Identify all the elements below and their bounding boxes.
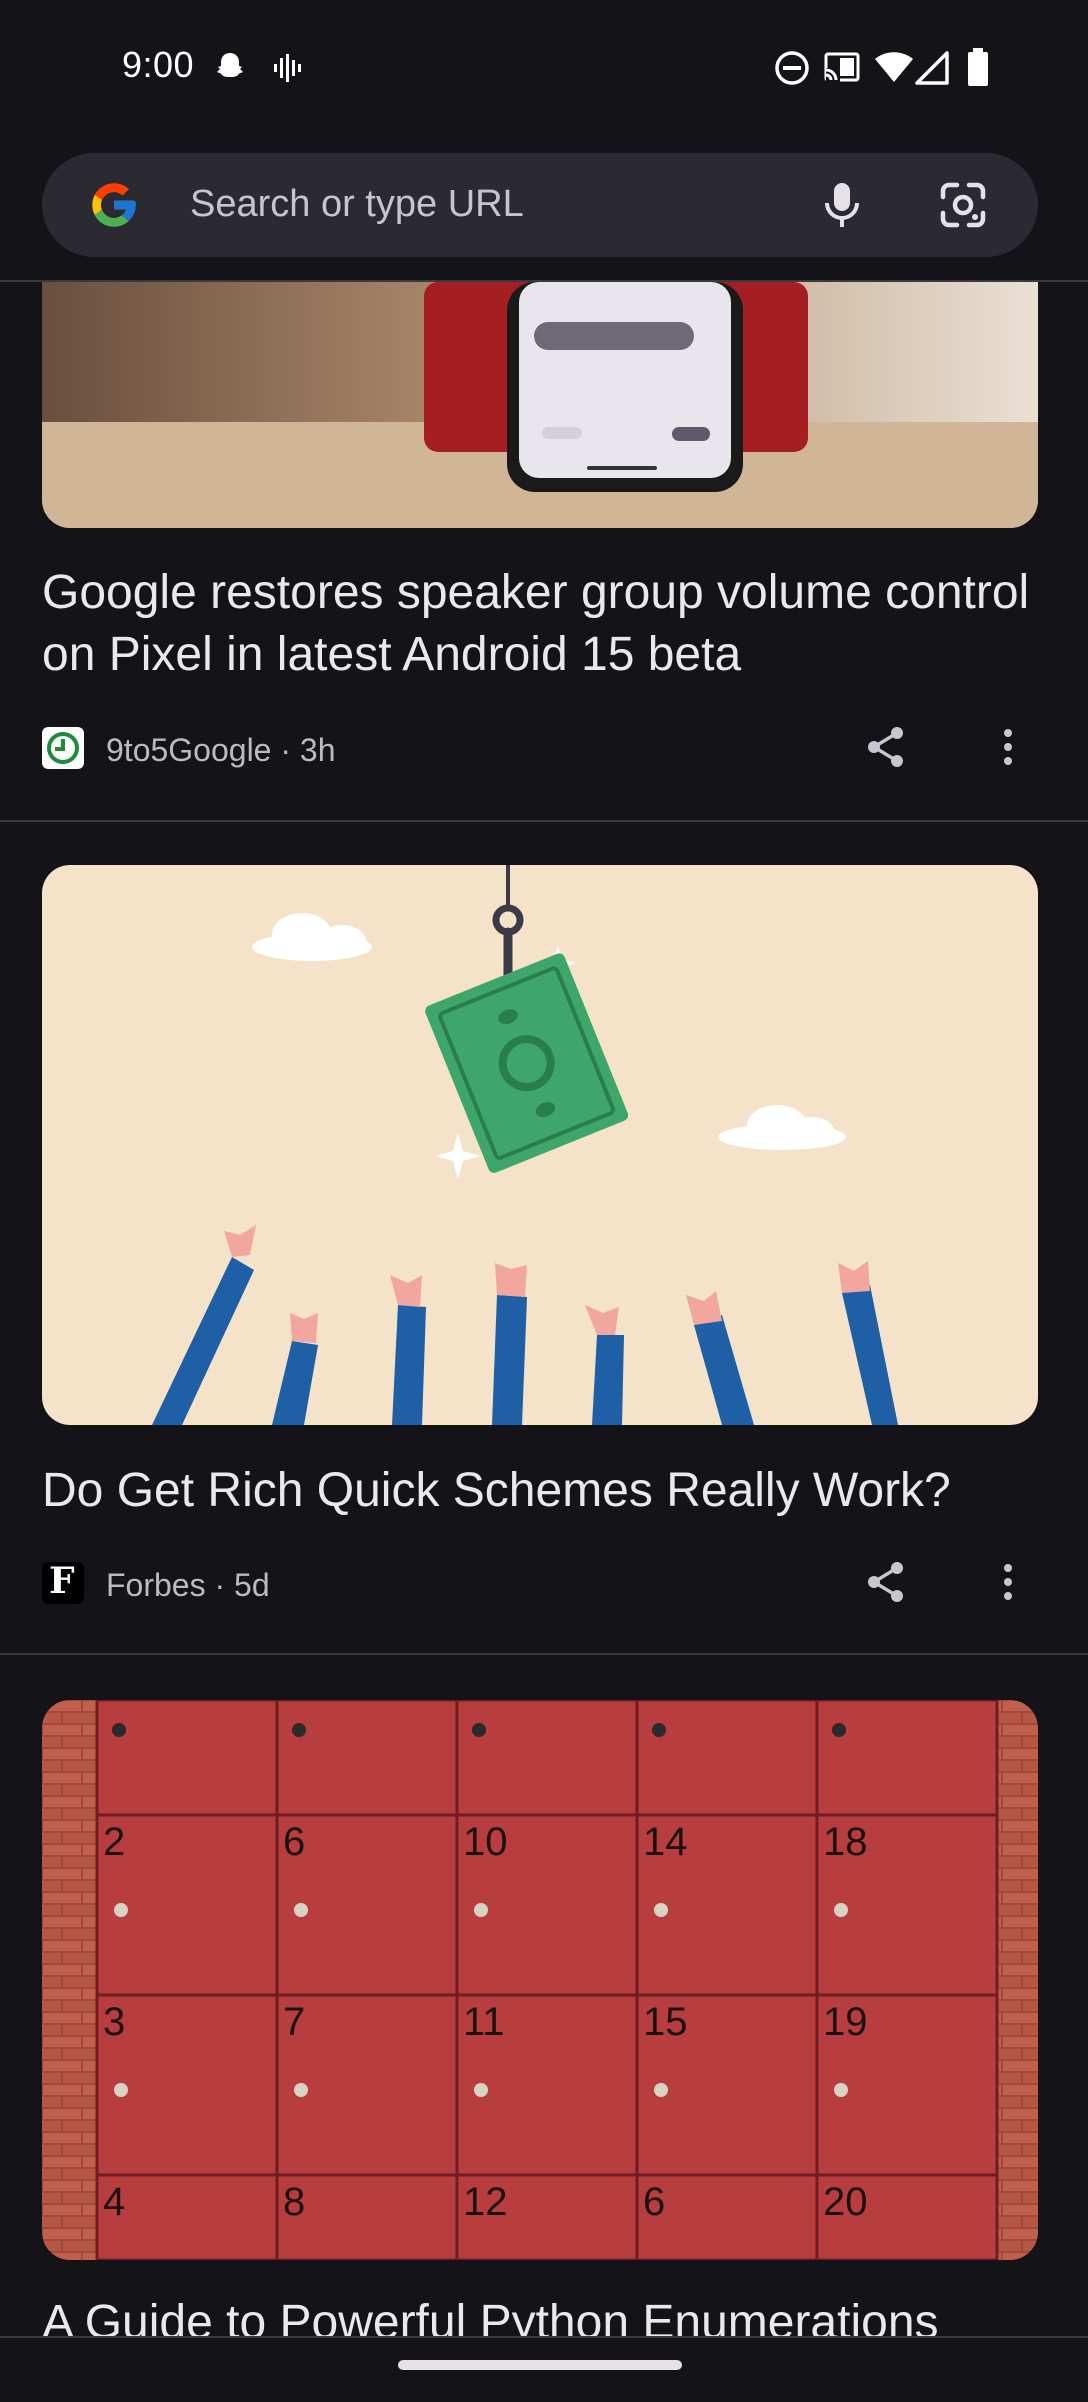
cellular-signal-icon	[915, 51, 949, 85]
locker-number: 14	[643, 1820, 688, 1864]
card-divider	[0, 1653, 1088, 1655]
locker-knob	[834, 1903, 848, 1917]
omnibox[interactable]: Search or type URL	[42, 153, 1038, 257]
locker-knob	[474, 2083, 488, 2097]
locker-number: 6	[643, 2180, 665, 2224]
locker-number: 3	[103, 2000, 125, 2044]
locker-knob	[654, 1903, 668, 1917]
publisher-and-age: Forbes · 5d	[106, 1567, 270, 1603]
status-time: 9:00	[122, 44, 195, 85]
locker-knob	[474, 1903, 488, 1917]
publisher-and-age: 9to5Google · 3h	[106, 732, 336, 768]
locker-knob	[834, 2083, 848, 2097]
do-not-disturb-icon	[775, 51, 809, 85]
locker-knob	[832, 1723, 846, 1737]
locker-knob	[652, 1723, 666, 1737]
gesture-handle[interactable]	[398, 2360, 682, 2370]
cast-icon	[824, 52, 860, 82]
locker-knob	[294, 2083, 308, 2097]
locker-number: 19	[823, 2000, 868, 2044]
battery-icon	[968, 48, 988, 86]
publisher-logo-forbes: F	[42, 1560, 84, 1604]
snapchat-notification-icon	[217, 53, 243, 77]
mic-icon[interactable]	[814, 177, 870, 233]
locker-number: 2	[103, 1820, 125, 1864]
google-g-icon	[92, 183, 136, 227]
article-image[interactable]	[42, 865, 1038, 1425]
locker-number: 8	[283, 2180, 305, 2224]
share-icon[interactable]	[862, 1558, 910, 1606]
locker-number: 11	[463, 2000, 505, 2044]
locker-number: 7	[283, 2000, 305, 2044]
locker-knob	[294, 1903, 308, 1917]
locker-knob	[114, 1903, 128, 1917]
locker-knob	[654, 2083, 668, 2097]
locker-number: 12	[463, 2180, 508, 2224]
locker-number: 15	[643, 2000, 688, 2044]
locker-knob	[292, 1723, 306, 1737]
status-bar: 9:00	[0, 0, 1088, 140]
search-input[interactable]: Search or type URL	[190, 183, 524, 226]
locker-number: 20	[823, 2180, 868, 2224]
locker-number: 10	[463, 1820, 508, 1864]
article-meta: F Forbes · 5d	[42, 1560, 1042, 1606]
locker-number: 18	[823, 1820, 868, 1864]
locker-knob	[472, 1723, 486, 1737]
card-divider	[0, 820, 1088, 822]
locker-knob	[114, 2083, 128, 2097]
locker-number: 6	[283, 1820, 305, 1864]
publisher-logo-9to5google	[42, 727, 84, 769]
article-image[interactable]	[42, 282, 1038, 528]
google-lens-icon[interactable]	[935, 177, 991, 233]
article-title[interactable]: Do Get Rich Quick Schemes Really Work?	[42, 1460, 1042, 1522]
more-vert-icon[interactable]	[988, 723, 1028, 771]
article-title[interactable]: Google restores speaker group volume con…	[42, 562, 1042, 686]
locker-number: 4	[103, 2180, 125, 2224]
more-vert-icon[interactable]	[988, 1558, 1028, 1606]
sound-activity-icon	[274, 54, 301, 82]
gesture-nav-bar	[0, 2336, 1088, 2402]
article-image[interactable]: 2 6 10 14 18 3 7 11 15 19 4 8 12 6 20	[42, 1700, 1038, 2260]
locker-knob	[112, 1723, 126, 1737]
wifi-icon	[875, 52, 913, 82]
article-meta: 9to5Google · 3h	[42, 727, 1042, 771]
share-icon[interactable]	[862, 723, 910, 771]
